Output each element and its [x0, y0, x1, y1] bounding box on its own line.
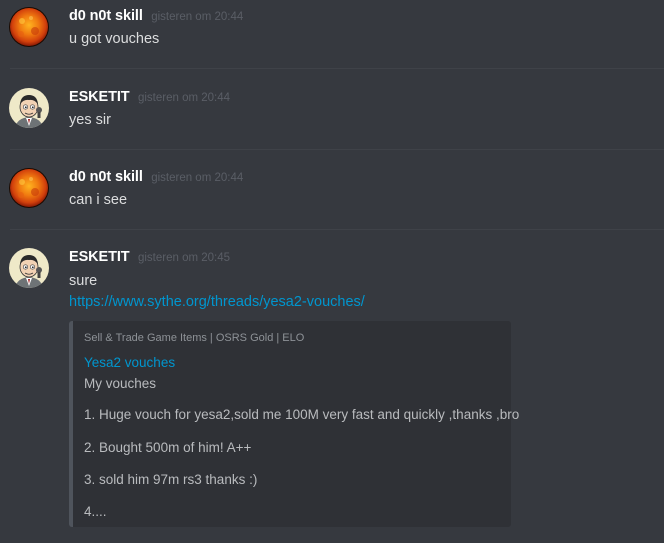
embed-description-line: 1. Huge vouch for yesa2,sold me 100M ver…	[84, 407, 520, 422]
embed-description-line: 3. sold him 97m rs3 thanks :)	[84, 472, 258, 487]
cartoon-man-avatar-icon[interactable]	[9, 248, 49, 288]
message-text: yes sir	[69, 112, 111, 128]
embed-title-link[interactable]: Yesa2 vouches	[84, 355, 175, 370]
message-text: sure	[69, 273, 98, 289]
timestamp: gisteren om 20:44	[151, 11, 244, 23]
timestamp: gisteren om 20:44	[151, 172, 244, 184]
message-text: can i see	[69, 192, 128, 208]
embed-description-line: 4....	[84, 504, 107, 519]
message-text: u got vouches	[69, 31, 160, 47]
message-divider	[10, 149, 664, 150]
message-header: ESKETIT gisteren om 20:45	[69, 248, 230, 266]
embed-description-line: My vouches	[84, 376, 157, 391]
embed-description-line: 2. Bought 500m of him! A++	[84, 440, 252, 455]
message-header: d0 n0t skill gisteren om 20:44	[69, 168, 243, 186]
sun-avatar-icon[interactable]	[9, 168, 49, 208]
username[interactable]: d0 n0t skill	[69, 169, 143, 185]
username[interactable]: d0 n0t skill	[69, 8, 143, 24]
message-divider	[10, 229, 664, 230]
timestamp: gisteren om 20:45	[137, 252, 231, 264]
cartoon-man-avatar-icon[interactable]	[9, 88, 49, 128]
link-embed: Sell & Trade Game Items | OSRS Gold | EL…	[69, 321, 519, 527]
embed-provider: Sell & Trade Game Items | OSRS Gold | EL…	[84, 332, 305, 344]
thread-link[interactable]: https://www.sythe.org/threads/yesa2-vouc…	[69, 294, 365, 310]
username[interactable]: ESKETIT	[69, 249, 130, 265]
timestamp: gisteren om 20:44	[137, 92, 231, 104]
message-divider	[10, 68, 664, 69]
message-header: ESKETIT gisteren om 20:44	[69, 88, 230, 106]
sun-avatar-icon[interactable]	[9, 7, 49, 47]
username[interactable]: ESKETIT	[69, 89, 130, 105]
message-header: d0 n0t skill gisteren om 20:44	[69, 7, 243, 25]
